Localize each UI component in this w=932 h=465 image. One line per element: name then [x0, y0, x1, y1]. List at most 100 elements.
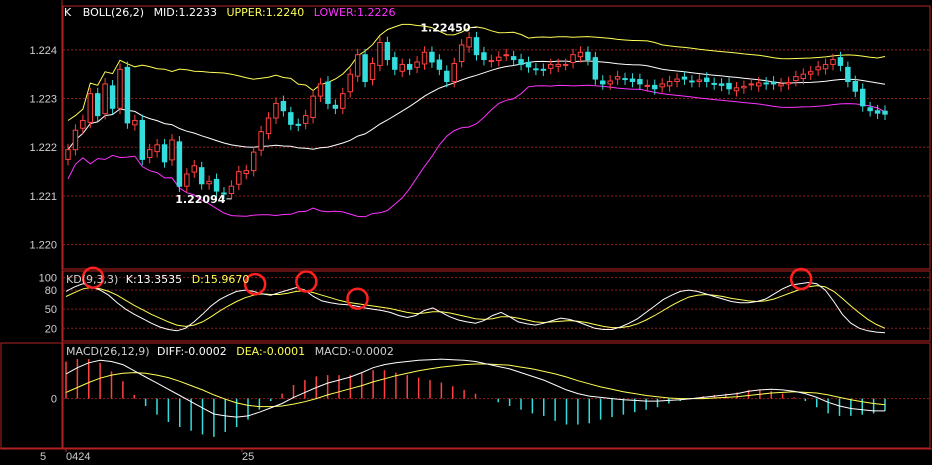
candle-body	[644, 84, 651, 87]
candle	[310, 90, 316, 124]
y-axis-labels: 1.224 1.223 1.222 1.221 1.220 10080 50 20 0	[29, 45, 57, 406]
candle-body	[756, 82, 762, 87]
candle	[288, 106, 294, 131]
candle	[763, 77, 769, 90]
candle	[347, 68, 353, 98]
candle-body	[347, 73, 353, 93]
upper-value: 1.2240	[266, 6, 305, 19]
candle-body	[607, 80, 613, 85]
candle-body	[414, 61, 420, 68]
candle-body	[659, 83, 665, 88]
candle-body	[859, 88, 866, 107]
candle-body	[622, 78, 628, 81]
candle	[570, 48, 576, 69]
candle-body	[65, 149, 71, 160]
candle-body	[258, 131, 264, 151]
candle	[562, 58, 569, 71]
candle	[577, 46, 584, 63]
candle	[94, 87, 101, 122]
candle-body	[830, 59, 836, 65]
panel-frames	[0, 0, 932, 450]
candle-body	[273, 102, 279, 119]
candle-body	[451, 62, 457, 82]
candle	[265, 112, 272, 140]
mid-value: 1.2233	[178, 6, 217, 19]
candle-body	[332, 104, 339, 109]
candle-body	[718, 83, 725, 86]
candle	[421, 46, 428, 70]
candle	[169, 134, 175, 166]
stock-chart: 1.224 1.223 1.222 1.221 1.220 10080 50 20 0 1.22…	[0, 0, 932, 463]
candle-body	[362, 54, 368, 82]
candle	[852, 75, 859, 98]
candle	[629, 73, 636, 88]
candle-body	[191, 165, 197, 173]
candle-body	[585, 51, 591, 61]
candle	[815, 61, 821, 76]
kd-tick-label: 80	[45, 285, 57, 297]
candle	[384, 36, 391, 66]
candle-body	[785, 81, 792, 85]
price-panel-frame	[62, 5, 931, 270]
candle	[132, 114, 138, 131]
price-extreme-label: 1.22450	[420, 21, 470, 34]
candle-body	[72, 129, 79, 151]
kd-tick-label: 100	[39, 272, 57, 284]
candle	[72, 124, 79, 156]
candle-body	[236, 171, 242, 185]
candle-body	[94, 93, 101, 117]
price-tick-label: 1.224	[29, 45, 57, 57]
candle	[273, 97, 279, 124]
candle-body	[458, 44, 465, 63]
candle	[600, 75, 606, 90]
candle-body	[436, 59, 443, 70]
candle-body	[770, 81, 777, 85]
x-axis-label: 25	[242, 451, 254, 463]
candle-body	[265, 117, 272, 135]
candle-body	[696, 79, 703, 82]
macd-tick-label: 0	[51, 394, 57, 406]
candle	[748, 78, 755, 91]
candle	[191, 159, 197, 178]
candle	[206, 175, 212, 190]
candle-body	[102, 83, 108, 115]
candle-body	[614, 76, 621, 80]
candle	[548, 58, 554, 75]
price-tick-label: 1.220	[29, 240, 57, 252]
candle	[458, 39, 465, 68]
candle	[770, 76, 777, 90]
candle	[778, 78, 784, 92]
candle	[473, 31, 480, 61]
candle-body	[704, 77, 710, 82]
candle	[154, 138, 160, 158]
candle-body	[874, 110, 881, 114]
candle-body	[80, 119, 86, 129]
candle	[243, 164, 249, 180]
candle-body	[176, 141, 183, 187]
candlesticks	[65, 31, 888, 200]
candle-body	[496, 56, 502, 62]
candle	[696, 74, 703, 88]
candle	[785, 76, 792, 90]
macd-panel-frame	[62, 342, 931, 449]
candle	[325, 76, 331, 110]
macd-label: MACD:	[315, 345, 352, 358]
candle-body	[250, 151, 257, 172]
macd-histogram-and-lines	[65, 358, 886, 437]
candle	[882, 105, 888, 120]
candle	[161, 138, 168, 168]
dea-label: DEA:	[236, 345, 262, 358]
candle	[540, 63, 547, 77]
candle-body	[473, 37, 480, 56]
candle	[711, 77, 717, 90]
candle	[87, 87, 94, 129]
candle	[184, 168, 190, 193]
candle-body	[503, 54, 509, 57]
x-axis-label: 0424	[66, 451, 90, 463]
candle-body	[139, 119, 146, 160]
kd-circle-marker	[346, 287, 369, 310]
kd-legend: KD(9,3,3) K:13.3535 D:15.9670	[66, 273, 249, 286]
candle	[674, 73, 680, 88]
candle	[444, 65, 450, 88]
macd-value: -0.0002	[351, 345, 393, 358]
